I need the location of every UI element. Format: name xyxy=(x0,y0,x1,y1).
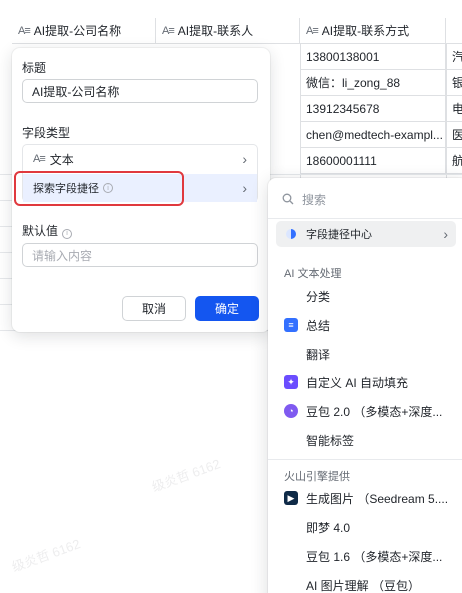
menu-item-seedream[interactable]: ▶ 生成图片 （Seedream 5.... xyxy=(276,485,456,511)
table-cell[interactable]: 13800138001 xyxy=(300,44,446,70)
title-input[interactable]: AI提取-公司名称 xyxy=(22,79,258,103)
text-field-icon: A≡ xyxy=(306,24,319,37)
field-type-select[interactable]: A≡ 文本 › xyxy=(23,145,257,173)
info-icon: i xyxy=(62,228,73,239)
column-header-contact[interactable]: A≡ AI提取-联系人 xyxy=(156,18,300,44)
menu-item-jimeng[interactable]: 即梦 4.0 xyxy=(276,514,456,540)
highlight-annotation xyxy=(14,171,184,206)
menu-item-image-understanding[interactable]: AI 图片理解 （豆包） xyxy=(276,572,456,593)
app-stage: A≡ AI提取-公司名称 A≡ AI提取-联系人 A≡ AI提取-联系方式 13… xyxy=(0,0,462,593)
text-field-icon: A≡ xyxy=(33,153,46,165)
search-icon xyxy=(282,193,294,205)
ai-fill-icon: ✦ xyxy=(284,375,298,389)
cancel-button[interactable]: 取消 xyxy=(122,296,186,321)
shortcut-menu: 搜索 字段捷径中心 › AI 文本处理 分类 ≡ 总结 翻译 ✦ 自定义 AI … xyxy=(268,178,462,593)
shortcut-center-item[interactable]: 字段捷径中心 › xyxy=(276,221,456,247)
text-field-icon: A≡ xyxy=(18,24,31,37)
confirm-button[interactable]: 确定 xyxy=(195,296,259,321)
table-cell[interactable]: 汽 xyxy=(446,44,462,70)
column-header-company[interactable]: A≡ AI提取-公司名称 xyxy=(12,18,156,44)
menu-search-input[interactable]: 搜索 xyxy=(268,184,462,214)
field-type-label: 字段类型 xyxy=(22,126,71,140)
table-cell[interactable]: 航 xyxy=(446,148,462,174)
chevron-right-icon: › xyxy=(242,151,247,167)
table-cell[interactable]: 微信：li_zong_88 xyxy=(300,70,446,96)
default-value-label: 默认值 i xyxy=(22,222,73,239)
menu-item-ai-fill[interactable]: ✦ 自定义 AI 自动填充 xyxy=(276,369,456,395)
table-cell[interactable]: 医 xyxy=(446,122,462,148)
text-field-icon: A≡ xyxy=(162,24,175,37)
title-label: 标题 xyxy=(22,61,47,75)
column-header-contact-method[interactable]: A≡ AI提取-联系方式 xyxy=(300,18,446,44)
table-cell[interactable]: 18600001111 xyxy=(300,148,446,174)
table-cell[interactable]: 银 xyxy=(446,70,462,96)
group-volcengine: 火山引擎提供 xyxy=(284,471,350,483)
table-cell[interactable]: 电 xyxy=(446,96,462,122)
doubao-icon: ◔ xyxy=(284,404,298,418)
menu-item-smart-tag[interactable]: 智能标签 xyxy=(276,427,456,453)
summary-icon: ≡ xyxy=(284,318,298,332)
menu-item-doubao-2[interactable]: ◔ 豆包 2.0 （多模态+深度... xyxy=(276,398,456,424)
chevron-right-icon: › xyxy=(443,226,448,242)
seedream-icon: ▶ xyxy=(284,491,298,505)
table-cell[interactable]: chen@medtech-exampl... xyxy=(300,122,446,148)
column-header-partial[interactable] xyxy=(446,18,462,44)
shortcut-center-icon xyxy=(284,227,298,241)
menu-item-summary[interactable]: ≡ 总结 xyxy=(276,312,456,338)
field-type-value: 文本 xyxy=(49,152,74,167)
menu-item-classify[interactable]: 分类 xyxy=(276,283,456,309)
default-value-input[interactable]: 请输入内容 xyxy=(22,243,258,267)
group-ai-text: AI 文本处理 xyxy=(284,268,342,280)
menu-item-translate[interactable]: 翻译 xyxy=(276,341,456,367)
table-cell[interactable]: 13912345678 xyxy=(300,96,446,122)
chevron-right-icon: › xyxy=(242,180,247,196)
menu-item-doubao-16[interactable]: 豆包 1.6 （多模态+深度... xyxy=(276,543,456,569)
